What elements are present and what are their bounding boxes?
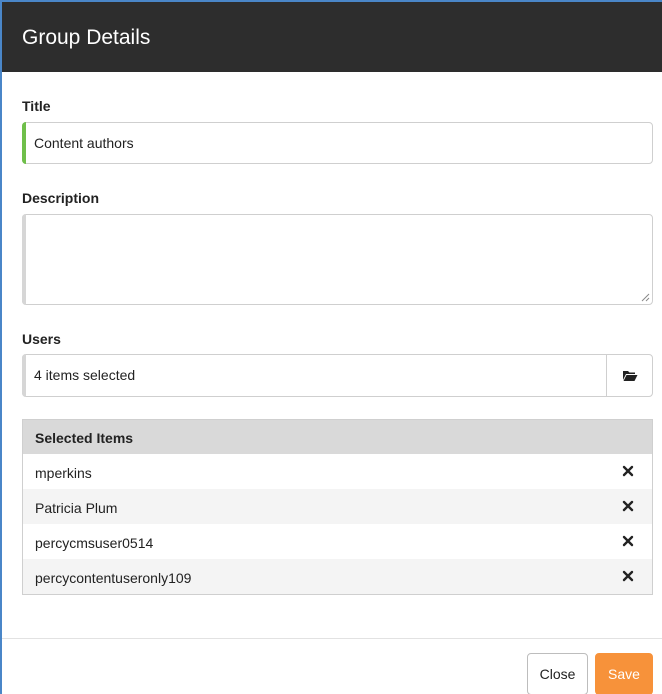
close-icon[interactable] [622, 465, 634, 477]
selected-items-table: Selected Items mperkins Patricia Plum pe… [22, 419, 653, 595]
folder-open-icon [622, 371, 637, 381]
close-icon[interactable] [622, 500, 634, 512]
selected-item-row: percycmsuser0514 [23, 524, 652, 559]
selected-items-header: Selected Items [23, 420, 652, 454]
title-label: Title [22, 98, 51, 114]
users-label: Users [22, 331, 61, 347]
users-value: 4 items selected [34, 367, 136, 383]
selected-item-row: percycontentuseronly109 [23, 559, 652, 594]
selected-item-label: percycontentuseronly109 [35, 570, 192, 586]
close-icon[interactable] [622, 535, 634, 547]
selected-item-row: Patricia Plum [23, 489, 652, 524]
title-input-value: Content authors [34, 135, 134, 151]
selected-item-label: mperkins [35, 465, 92, 481]
selected-item-label: percycmsuser0514 [35, 535, 154, 551]
group-details-dialog: Group Details Title Content authors Desc… [0, 0, 662, 694]
dialog-title: Group Details [22, 26, 151, 49]
selected-item-row: mperkins [23, 454, 652, 489]
users-field[interactable]: 4 items selected [22, 354, 653, 397]
resize-handle-icon[interactable] [641, 293, 650, 302]
save-button[interactable]: Save [595, 653, 653, 694]
selected-item-label: Patricia Plum [35, 500, 118, 516]
footer-divider [2, 638, 662, 639]
title-valid-indicator [22, 122, 26, 164]
description-textarea[interactable] [22, 214, 653, 305]
users-picker-button[interactable] [606, 355, 652, 396]
users-indicator [22, 354, 26, 397]
dialog-header: Group Details [2, 2, 662, 72]
description-indicator [22, 214, 26, 305]
close-button[interactable]: Close [527, 653, 588, 694]
description-label: Description [22, 190, 100, 206]
title-input[interactable]: Content authors [22, 122, 653, 164]
close-icon[interactable] [622, 570, 634, 582]
